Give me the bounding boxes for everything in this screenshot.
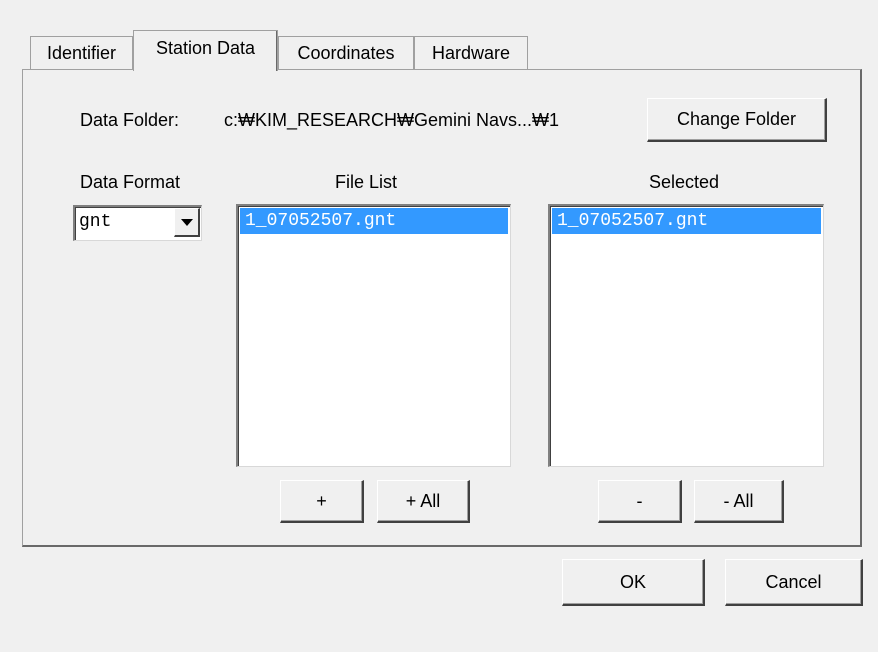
list-item[interactable]: 1_07052507.gnt — [552, 208, 821, 234]
ok-button[interactable]: OK — [562, 559, 705, 606]
cancel-button[interactable]: Cancel — [725, 559, 863, 606]
tab-hardware[interactable]: Hardware — [414, 36, 528, 69]
remove-button[interactable]: - — [598, 480, 682, 523]
data-format-dropdown-button[interactable] — [174, 208, 200, 237]
change-folder-button[interactable]: Change Folder — [647, 98, 827, 142]
selected-list-box[interactable]: 1_07052507.gnt — [548, 204, 824, 467]
remove-all-button[interactable]: - All — [694, 480, 784, 523]
station-data-panel: Data Folder: c:₩KIM_RESEARCH₩Gemini Navs… — [22, 69, 862, 547]
add-button[interactable]: + — [280, 480, 364, 523]
selected-label: Selected — [649, 172, 720, 192]
data-format-select[interactable]: gnt — [73, 205, 202, 241]
data-folder-label: Data Folder: — [80, 110, 180, 130]
tab-identifier[interactable]: Identifier — [30, 36, 133, 69]
file-list-box[interactable]: 1_07052507.gnt — [236, 204, 511, 467]
data-folder-path: c:₩KIM_RESEARCH₩Gemini Navs...₩1 — [224, 110, 560, 130]
station-dialog: Identifier Station Data Coordinates Hard… — [0, 0, 878, 652]
add-all-button[interactable]: + All — [377, 480, 470, 523]
data-format-label: Data Format — [80, 172, 181, 192]
tab-station-data[interactable]: Station Data — [133, 30, 278, 71]
data-format-value: gnt — [79, 212, 112, 232]
chevron-down-icon — [180, 218, 193, 226]
tab-coordinates[interactable]: Coordinates — [278, 36, 414, 69]
list-item[interactable]: 1_07052507.gnt — [240, 208, 508, 234]
file-list-label: File List — [335, 172, 398, 192]
